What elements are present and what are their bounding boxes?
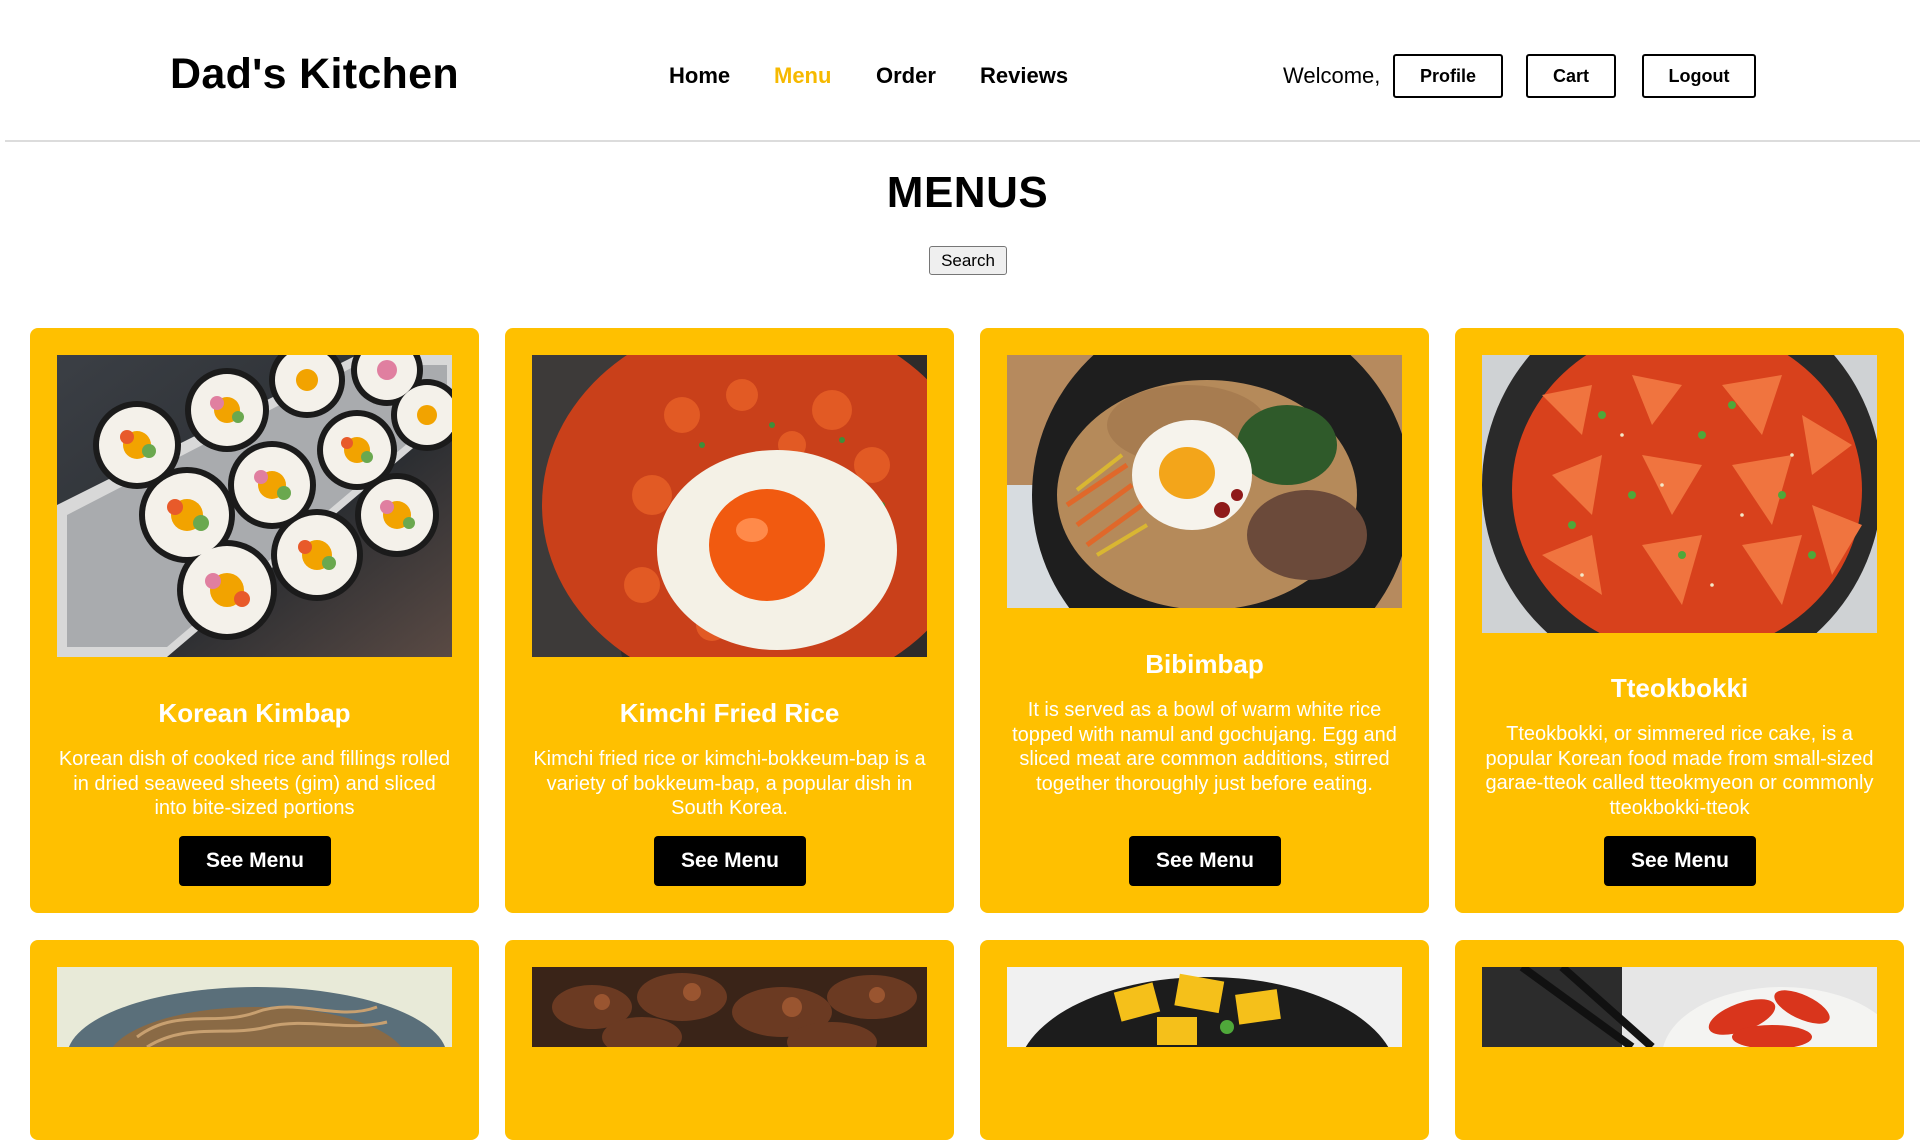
brand-logo[interactable]: Dad's Kitchen [170, 50, 459, 99]
nav-order[interactable]: Order [876, 63, 936, 89]
see-menu-button[interactable]: See Menu [654, 836, 806, 886]
menu-card [505, 940, 954, 1140]
menu-card-kimchi-fried-rice: Kimchi Fried Rice Kimchi fried rice or k… [505, 328, 954, 913]
bulgogi-photo [532, 967, 927, 1047]
nav-home[interactable]: Home [669, 63, 730, 89]
nav-menu[interactable]: Menu [774, 63, 831, 89]
bibimbap-photo [1007, 355, 1402, 608]
card-title: Bibimbap [1145, 649, 1264, 679]
card-title: Kimchi Fried Rice [619, 698, 840, 728]
page-title: MENUS [886, 168, 1049, 217]
menu-card [30, 940, 479, 1140]
profile-button[interactable]: Profile [1393, 54, 1503, 98]
card-description: It is served as a bowl of warm white ric… [1012, 699, 1397, 795]
welcome-text: Welcome, [1283, 63, 1381, 88]
menu-card [980, 940, 1429, 1140]
mango-dish-photo [1007, 967, 1402, 1047]
japchae-photo [57, 967, 452, 1047]
tteokbokki-photo [1482, 355, 1877, 633]
search-button[interactable]: Search [929, 246, 1007, 275]
menu-card-bibimbap: Bibimbap It is served as a bowl of warm … [980, 328, 1429, 913]
site-header: Dad's Kitchen Home Menu Order Reviews We… [5, 0, 1920, 142]
see-menu-button[interactable]: See Menu [179, 836, 331, 886]
kimchi-fried-rice-photo [532, 355, 927, 657]
kimbap-photo [57, 355, 452, 657]
menu-card [1455, 940, 1904, 1140]
nav-reviews[interactable]: Reviews [980, 63, 1068, 89]
card-title: Korean Kimbap [158, 698, 351, 728]
menu-card-kimbap: Korean Kimbap Korean dish of cooked rice… [30, 328, 479, 913]
logout-button[interactable]: Logout [1642, 54, 1756, 98]
menu-card-tteokbokki: Tteokbokki Tteokbokki, or simmered rice … [1455, 328, 1904, 913]
card-description: Tteokbokki, or simmered rice cake, is a … [1485, 723, 1874, 819]
kimchi-photo [1482, 967, 1877, 1047]
card-description: Korean dish of cooked rice and fillings … [58, 748, 451, 819]
card-title: Tteokbokki [1610, 673, 1749, 703]
cart-button[interactable]: Cart [1526, 54, 1616, 98]
see-menu-button[interactable]: See Menu [1604, 836, 1756, 886]
see-menu-button[interactable]: See Menu [1129, 836, 1281, 886]
card-description: Kimchi fried rice or kimchi-bokkeum-bap … [533, 748, 926, 819]
